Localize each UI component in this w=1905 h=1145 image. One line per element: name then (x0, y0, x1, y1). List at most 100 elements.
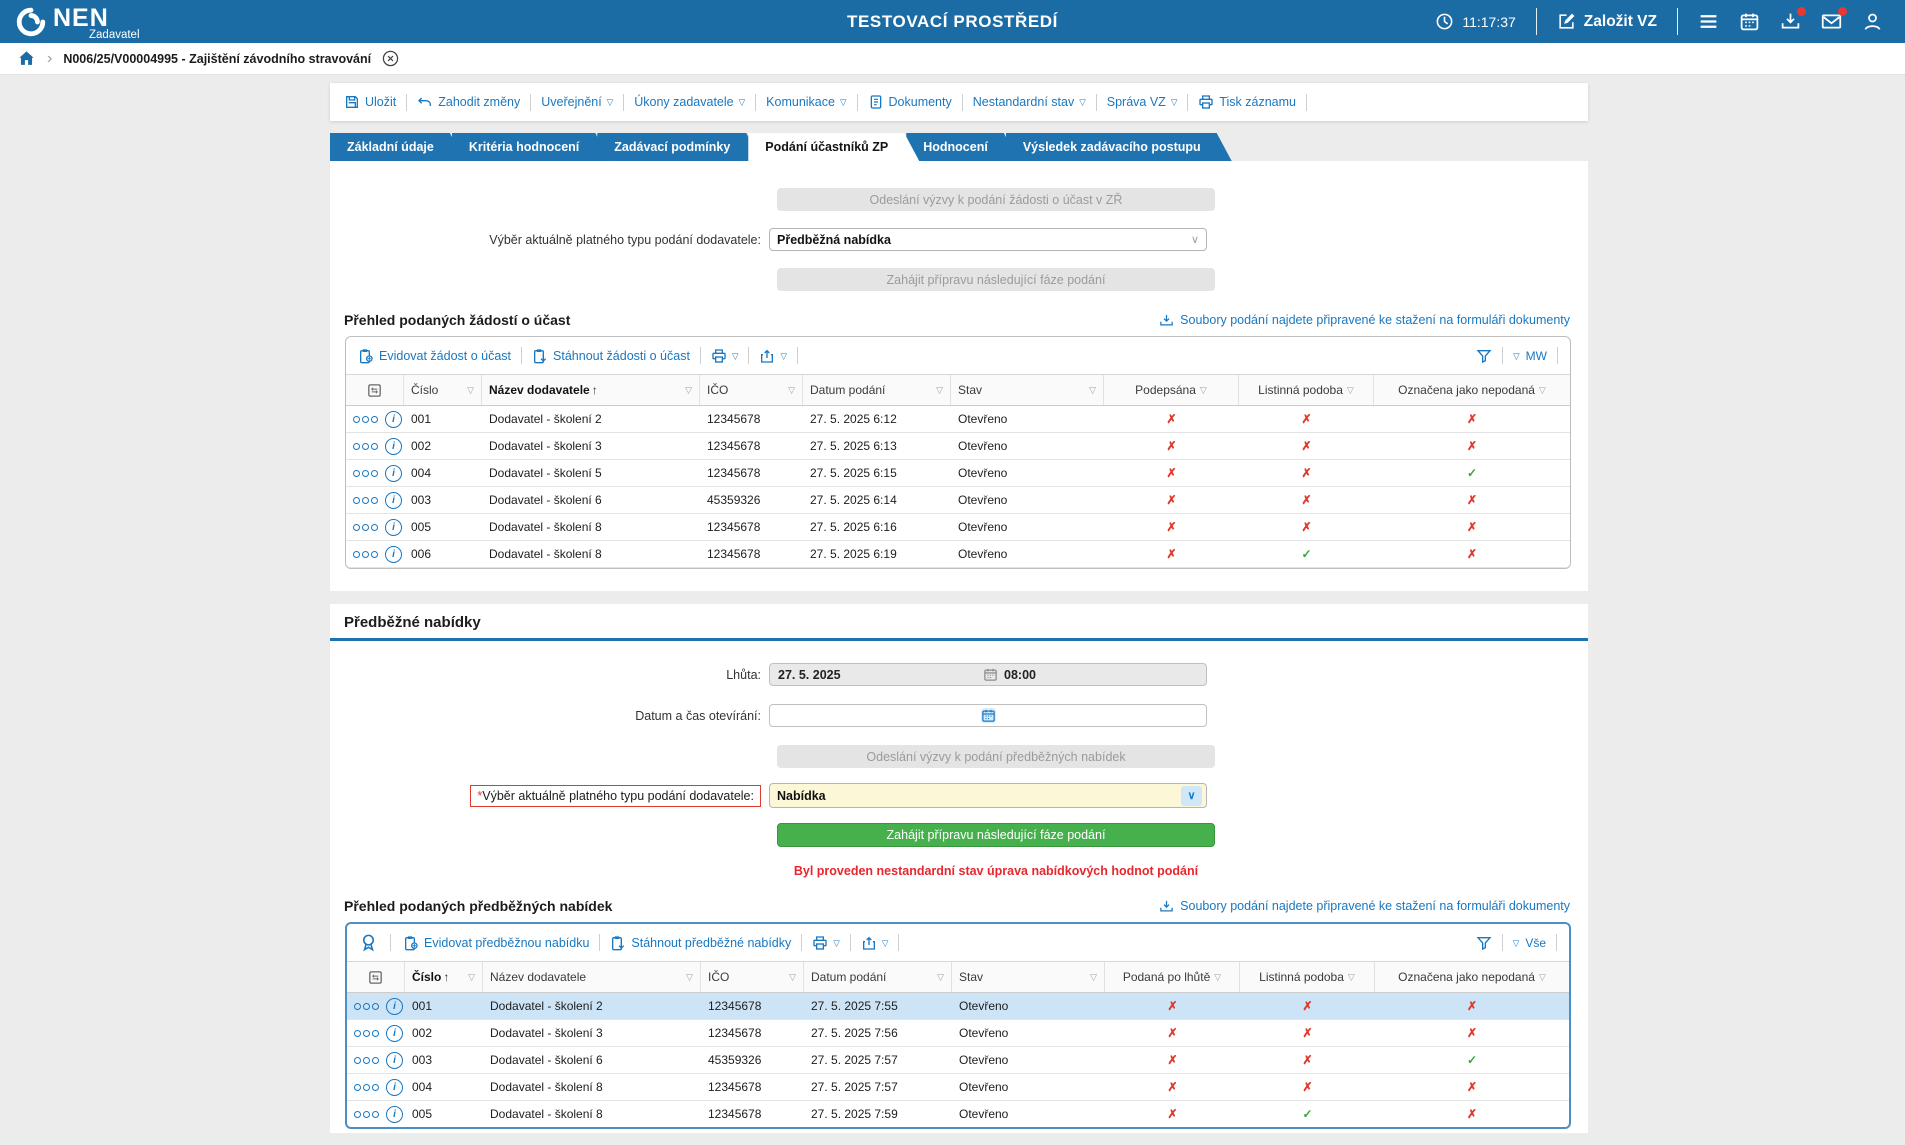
breadcrumb-item[interactable]: N006/25/V00004995 - Zajištění závodního … (63, 52, 371, 66)
filter-funnel-icon[interactable] (1476, 348, 1492, 364)
home-icon[interactable] (17, 49, 36, 68)
opening-datetime-field[interactable] (769, 704, 1207, 727)
register-preliminary-offer-button[interactable]: Evidovat předběžnou nabídku (403, 935, 589, 951)
filter-dropdown-icon[interactable]: ▽ (936, 385, 943, 396)
documents-button[interactable]: Dokumenty (868, 94, 952, 110)
start-next-phase-button[interactable]: Zahájit přípravu následující fáze podání (777, 823, 1215, 847)
start-next-phase-button-disabled[interactable]: Zahájit přípravu následující fáze podání (777, 268, 1215, 291)
info-icon[interactable]: i (386, 998, 403, 1015)
filter-dropdown-icon[interactable]: ▽ (686, 972, 693, 983)
info-icon[interactable]: i (385, 465, 402, 482)
row-menu-icon[interactable] (353, 551, 378, 558)
row-menu-icon[interactable] (353, 497, 378, 504)
filter-dropdown-icon[interactable]: ▽ (685, 385, 692, 396)
view-selector[interactable]: MW (1526, 349, 1547, 363)
vz-administration-menu[interactable]: Správa VZ▽ (1107, 95, 1178, 109)
table1-files-link[interactable]: Soubory podání najdete připravené ke sta… (1159, 313, 1570, 328)
table-row[interactable]: i 004 Dodavatel - školení 8 12345678 27.… (347, 1074, 1569, 1101)
publication-menu[interactable]: Uveřejnění▽ (541, 95, 613, 109)
filter-dropdown-icon[interactable]: ▽ (789, 972, 796, 983)
table-row[interactable]: i 005 Dodavatel - školení 8 12345678 27.… (347, 1101, 1569, 1127)
download-preliminary-offers-button[interactable]: Stáhnout předběžné nabídky (610, 935, 791, 951)
row-menu-icon[interactable] (354, 1030, 379, 1037)
view-dropdown-icon[interactable]: ▽ (1513, 939, 1520, 948)
table-row[interactable]: i 002 Dodavatel - školení 3 12345678 27.… (347, 1020, 1569, 1047)
open-offers-medal-icon[interactable] (359, 933, 378, 952)
send-participation-request-button[interactable]: Odeslání výzvy k podání žádosti o účast … (777, 188, 1215, 211)
col-header-podana-po-lhute[interactable]: Podaná po lhůtě▽ (1105, 962, 1240, 992)
messages-button[interactable] (1821, 11, 1842, 32)
filter-dropdown-icon[interactable]: ▽ (468, 972, 475, 983)
discard-changes-button[interactable]: Zahodit změny (417, 94, 520, 110)
col-header-cislo[interactable]: Číslo▽ (404, 375, 482, 405)
filter-dropdown-icon[interactable]: ▽ (1348, 972, 1355, 983)
table-row[interactable]: i 001 Dodavatel - školení 2 12345678 27.… (346, 406, 1570, 433)
submission-type-select[interactable]: Předběžná nabídka ∨ (769, 228, 1207, 251)
col-header-oznacena-jako-nepodana[interactable]: Označena jako nepodaná▽ (1374, 375, 1570, 405)
filter-dropdown-icon[interactable]: ▽ (937, 972, 944, 983)
export-table-button[interactable]: ▽ (759, 348, 787, 364)
profile-button[interactable] (1862, 11, 1883, 32)
calendar-button[interactable] (1739, 11, 1760, 32)
table-row[interactable]: i 004 Dodavatel - školení 5 12345678 27.… (346, 460, 1570, 487)
tab-zakladni-udaje[interactable]: Základní údaje (330, 133, 465, 161)
info-icon[interactable]: i (385, 546, 402, 563)
tab-podani-ucastniku-zp[interactable]: Podání účastníků ZP (748, 133, 919, 161)
row-menu-icon[interactable] (354, 1111, 379, 1118)
register-request-button[interactable]: Evidovat žádost o účast (358, 348, 511, 364)
submission-type-select[interactable]: Nabídka ∨ (769, 783, 1207, 808)
col-header-stav[interactable]: Stav▽ (952, 962, 1105, 992)
col-header-listinna-podoba[interactable]: Listinná podoba▽ (1240, 962, 1375, 992)
row-menu-icon[interactable] (354, 1057, 379, 1064)
tab-hodnoceni[interactable]: Hodnocení (906, 133, 1019, 161)
filter-dropdown-icon[interactable]: ▽ (1539, 972, 1546, 983)
col-header-stav[interactable]: Stav▽ (951, 375, 1104, 405)
row-menu-icon[interactable] (354, 1003, 379, 1010)
info-icon[interactable]: i (386, 1025, 403, 1042)
filter-dropdown-icon[interactable]: ▽ (1214, 972, 1221, 983)
tab-kriteria-hodnoceni[interactable]: Kritéria hodnocení (452, 133, 610, 161)
create-vz-button[interactable]: Založit VZ (1557, 12, 1657, 31)
col-header-podepsana[interactable]: Podepsána▽ (1104, 375, 1239, 405)
table-row[interactable]: i 005 Dodavatel - školení 8 12345678 27.… (346, 514, 1570, 541)
info-icon[interactable]: i (385, 492, 402, 509)
tab-zadavaci-podminky[interactable]: Zadávací podmínky (597, 133, 761, 161)
send-preliminary-offer-request-button[interactable]: Odeslání výzvy k podání předběžných nabí… (777, 745, 1215, 768)
download-requests-button[interactable]: Stáhnout žádosti o účast (532, 348, 690, 364)
print-table-button[interactable]: ▽ (711, 348, 739, 364)
close-tab-icon[interactable] (382, 50, 399, 67)
col-header-cislo[interactable]: Číslo↑▽ (405, 962, 483, 992)
filter-dropdown-icon[interactable]: ▽ (1347, 385, 1354, 396)
column-settings-button[interactable] (347, 962, 405, 992)
col-header-ico[interactable]: IČO▽ (701, 962, 804, 992)
row-menu-icon[interactable] (353, 524, 378, 531)
table-row[interactable]: i 006 Dodavatel - školení 8 12345678 27.… (346, 541, 1570, 568)
filter-dropdown-icon[interactable]: ▽ (788, 385, 795, 396)
info-icon[interactable]: i (385, 519, 402, 536)
print-table-button[interactable]: ▽ (812, 935, 840, 951)
filter-dropdown-icon[interactable]: ▽ (1200, 385, 1207, 396)
col-header-nazev-dodavatele[interactable]: Název dodavatele▽ (483, 962, 701, 992)
filter-dropdown-icon[interactable]: ▽ (1539, 385, 1546, 396)
info-icon[interactable]: i (386, 1106, 403, 1123)
print-record-button[interactable]: Tisk záznamu (1198, 94, 1296, 110)
info-icon[interactable]: i (385, 438, 402, 455)
nonstandard-state-menu[interactable]: Nestandardní stav▽ (973, 95, 1086, 109)
tab-vysledek-zadavaciho-postupu[interactable]: Výsledek zadávacího postupu (1006, 133, 1232, 161)
info-icon[interactable]: i (385, 411, 402, 428)
communication-menu[interactable]: Komunikace▽ (766, 95, 846, 109)
info-icon[interactable]: i (386, 1079, 403, 1096)
col-header-ico[interactable]: IČO▽ (700, 375, 803, 405)
row-menu-icon[interactable] (353, 416, 378, 423)
table-row[interactable]: i 002 Dodavatel - školení 3 12345678 27.… (346, 433, 1570, 460)
nen-logo[interactable]: NEN Zadavatel (16, 1, 140, 42)
info-icon[interactable]: i (386, 1052, 403, 1069)
table2-files-link[interactable]: Soubory podání najdete připravené ke sta… (1159, 899, 1570, 914)
filter-dropdown-icon[interactable]: ▽ (1089, 385, 1096, 396)
table-row[interactable]: i 003 Dodavatel - školení 6 45359326 27.… (347, 1047, 1569, 1074)
col-header-oznacena-jako-nepodana[interactable]: Označena jako nepodaná▽ (1375, 962, 1569, 992)
contracting-authority-actions-menu[interactable]: Úkony zadavatele▽ (634, 95, 745, 109)
col-header-nazev-dodavatele[interactable]: Název dodavatele↑▽ (482, 375, 700, 405)
table-row-selected[interactable]: i 001 Dodavatel - školení 2 12345678 27.… (347, 993, 1569, 1020)
view-selector[interactable]: Vše (1525, 936, 1546, 950)
